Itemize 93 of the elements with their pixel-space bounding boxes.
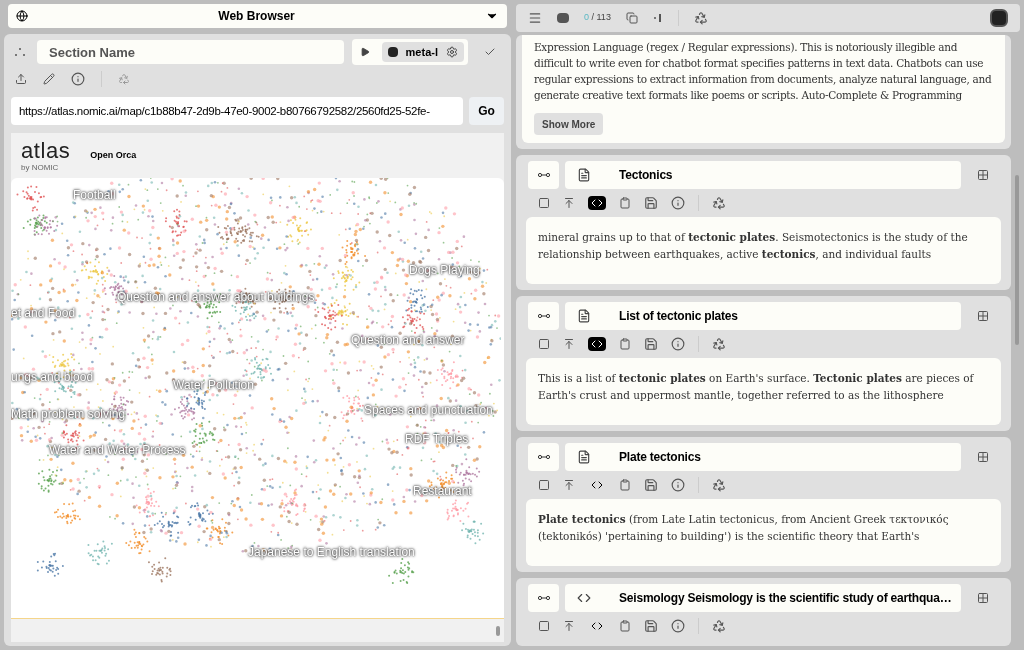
checkbox-icon[interactable] xyxy=(538,197,550,209)
card-title-field[interactable]: Seismology Seismology is the scientific study of earthqua… xyxy=(565,584,961,612)
code-icon xyxy=(591,338,603,350)
upload-icon[interactable] xyxy=(563,338,575,350)
link-button[interactable] xyxy=(528,443,559,471)
link-icon xyxy=(537,595,550,601)
card-icon xyxy=(557,13,569,23)
url-field[interactable]: https://atlas.nomic.ai/map/c1b88b47-2d9b-47e0-9002-b80766792582/2560fd25-52fe- xyxy=(11,97,463,125)
map-cluster-label: ungs and blood xyxy=(11,369,94,386)
save-icon[interactable] xyxy=(644,478,658,492)
dots-icon xyxy=(15,48,25,56)
copy-icon[interactable] xyxy=(625,12,638,24)
recycle-icon[interactable] xyxy=(712,478,726,492)
upload-icon[interactable] xyxy=(563,197,575,209)
map-cluster-label: Restaurant xyxy=(413,483,472,500)
pencil-icon[interactable] xyxy=(43,73,55,85)
code-view-toggle[interactable] xyxy=(588,337,606,351)
info-icon[interactable] xyxy=(671,478,685,492)
link-button[interactable] xyxy=(528,161,559,189)
card-title-field[interactable]: Tectonics xyxy=(565,161,961,189)
grid-icon[interactable] xyxy=(977,310,989,322)
go-button[interactable]: Go xyxy=(469,97,504,125)
card-title-field[interactable]: List of tectonic plates xyxy=(565,302,961,330)
avatar-icon[interactable] xyxy=(990,9,1008,27)
map-cluster-label: Water Pollution xyxy=(173,377,254,394)
card-title-field[interactable]: Plate tectonics xyxy=(565,443,961,471)
grid-icon[interactable] xyxy=(977,592,989,604)
grid-icon[interactable] xyxy=(977,169,989,181)
code-view-toggle[interactable] xyxy=(588,196,606,210)
map-cluster-label: Football xyxy=(73,187,116,204)
project-name: Open Orca xyxy=(90,148,137,162)
model-avatar-icon xyxy=(387,47,398,57)
link-button[interactable] xyxy=(528,302,559,330)
settings-icon xyxy=(446,46,458,58)
map-cluster-label: Water and Water Process xyxy=(49,442,186,459)
map-cluster-label: Dogs Playing xyxy=(409,262,480,279)
clipboard-icon[interactable] xyxy=(619,620,631,632)
section-name-field[interactable]: Section Name xyxy=(37,40,344,64)
info-icon[interactable] xyxy=(671,337,685,351)
save-icon[interactable] xyxy=(644,337,658,351)
recycle-icon[interactable] xyxy=(712,619,726,633)
clipboard-icon[interactable] xyxy=(619,197,631,209)
recycle-icon[interactable] xyxy=(712,196,726,210)
check-icon[interactable] xyxy=(484,46,496,58)
item-counter: 0 / 113 xyxy=(584,11,611,25)
card-text: mineral grains up to that of tectonic plates. Seismotectonics is the study of the relationship between earthquakes, active tectonics, and individual faults xyxy=(538,230,969,262)
checkbox-icon[interactable] xyxy=(538,338,550,350)
code-icon xyxy=(591,620,603,632)
checkbox-icon[interactable] xyxy=(538,620,550,632)
map-cluster-label: RDF Triples xyxy=(405,431,469,448)
recycle-icon[interactable] xyxy=(712,337,726,351)
globe-icon xyxy=(16,10,28,22)
model-selector[interactable]: meta-l xyxy=(381,42,464,62)
link-button[interactable] xyxy=(528,584,559,612)
clipboard-icon[interactable] xyxy=(619,338,631,350)
map-cluster-label: et and Food xyxy=(11,305,76,322)
logo-byline: by NOMIC xyxy=(21,163,60,172)
split-icon[interactable] xyxy=(652,13,663,23)
app-selector[interactable]: Web Browser xyxy=(8,4,507,28)
scrollbar-thumb[interactable] xyxy=(1015,175,1019,345)
upload-icon[interactable] xyxy=(563,479,575,491)
play-icon[interactable] xyxy=(359,47,370,57)
card-text: Expression Language (regex / Regular expressions). This is notoriously illegible and difficult to write even for chatbot format specifies patterns in text data. Chatbots can use regular expressions to extract information from documents, analyze natural language, and generate creative text formats like poems or scripts. Auto-Complete & Programming xyxy=(534,40,993,103)
document-icon xyxy=(577,450,591,464)
code-file-icon xyxy=(577,591,591,605)
card-text: Plate tectonics (from Late Latin tectonicus, from Ancient Greek τεκτονικός (tektonikós) 'pertaining to building') is the scientific theory that Earth's xyxy=(538,512,950,544)
document-icon xyxy=(577,309,591,323)
save-icon[interactable] xyxy=(644,619,658,633)
map-cluster-label: Japanese to English translation xyxy=(248,544,415,561)
link-icon xyxy=(537,172,550,178)
info-icon[interactable] xyxy=(671,196,685,210)
atlas-logo: atlas xyxy=(21,139,71,162)
recycle-icon[interactable] xyxy=(693,11,708,25)
menu-icon[interactable] xyxy=(528,11,542,25)
map-cluster-label: Math problem solving xyxy=(11,406,126,423)
link-icon xyxy=(537,313,550,319)
code-icon xyxy=(591,479,603,491)
upload-icon[interactable] xyxy=(15,73,27,85)
map-cluster-label: Question and answer xyxy=(351,332,465,349)
grid-icon[interactable] xyxy=(977,451,989,463)
card-text: This is a list of tectonic plates on Earth's surface. Tectonic plates are pieces of Earth's crust and uppermost mantle, together referred to as the lithosphere xyxy=(538,371,975,403)
link-icon xyxy=(537,454,550,460)
checkbox-icon[interactable] xyxy=(538,479,550,491)
save-icon[interactable] xyxy=(644,196,658,210)
upload-icon[interactable] xyxy=(563,620,575,632)
scrollbar-thumb[interactable] xyxy=(496,625,500,636)
document-icon xyxy=(577,168,591,182)
clipboard-icon[interactable] xyxy=(619,479,631,491)
show-more-button[interactable]: Show More xyxy=(534,113,604,135)
map-cluster-label: Spaces and punctuation xyxy=(364,402,493,419)
info-icon[interactable] xyxy=(671,619,685,633)
info-icon[interactable] xyxy=(71,72,85,86)
code-icon xyxy=(591,197,603,209)
